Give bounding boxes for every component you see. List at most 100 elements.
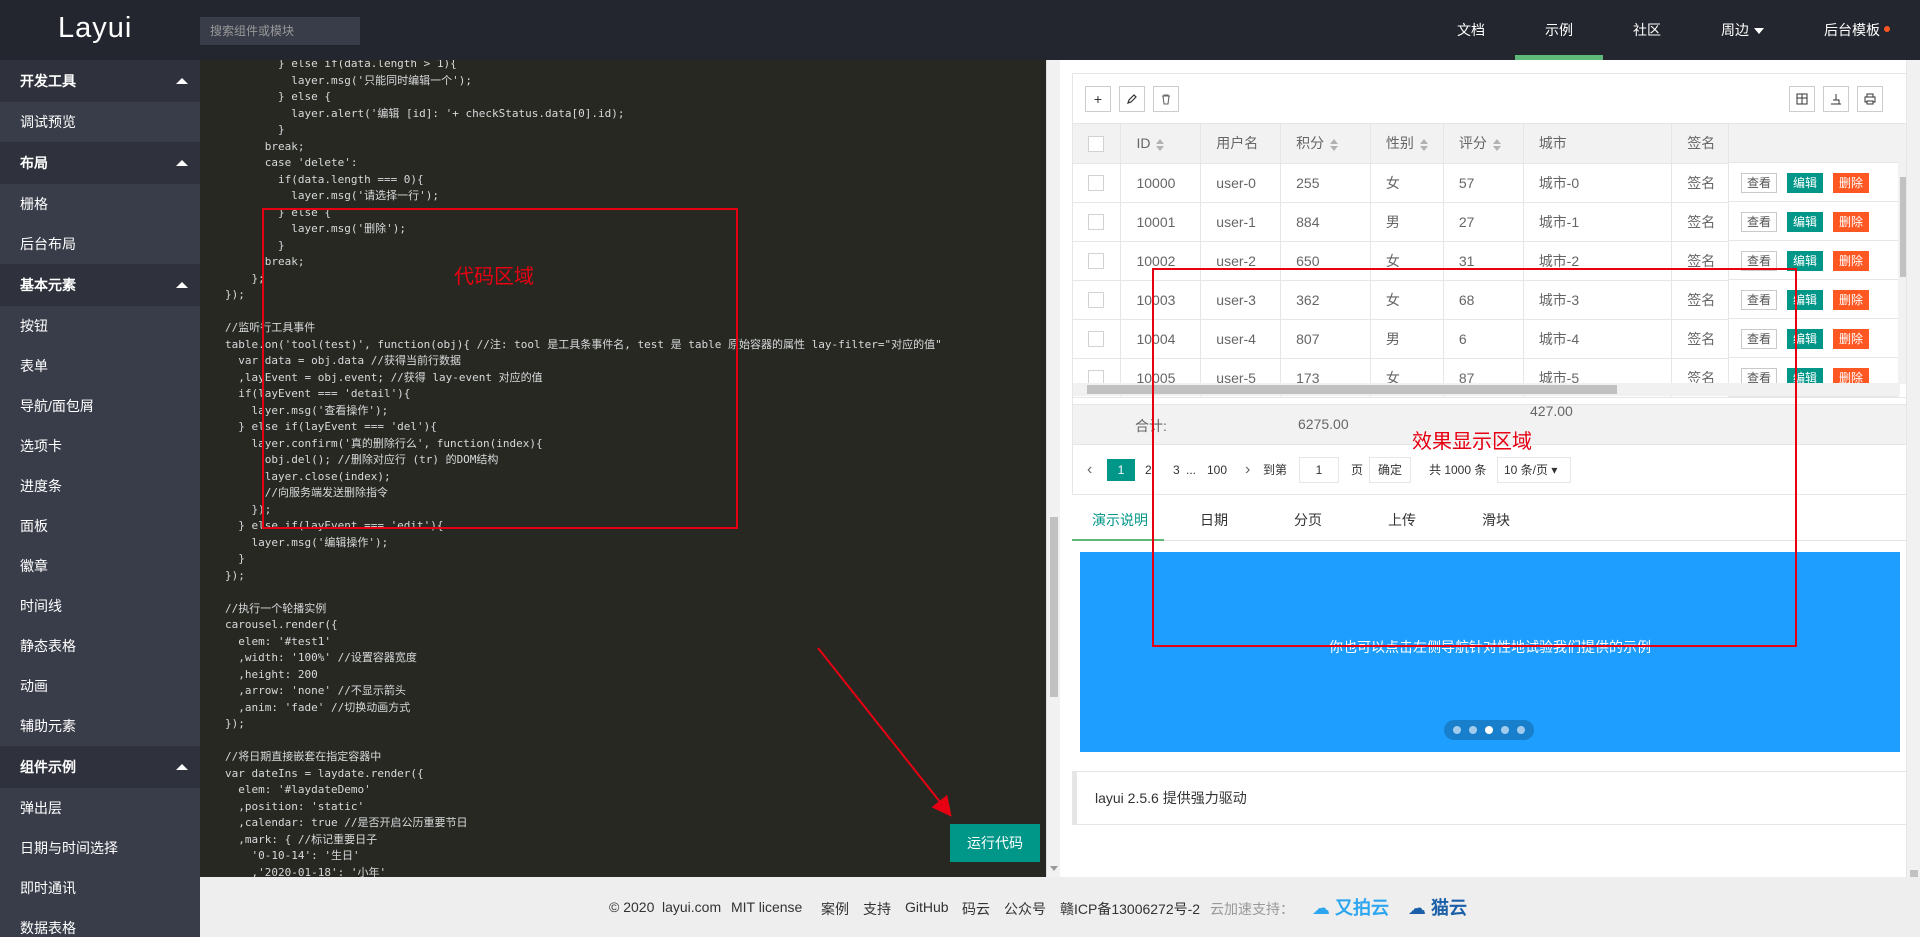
columns-filter-icon[interactable] [1789, 86, 1815, 112]
carousel-indicators [1444, 720, 1534, 740]
prev-page-icon[interactable]: ‹ [1087, 459, 1092, 481]
page-current[interactable]: 1 [1107, 459, 1135, 481]
scroll-down-icon[interactable] [1050, 866, 1058, 871]
footer-license-link[interactable]: MIT license [731, 899, 802, 915]
col-header[interactable]: ID [1120, 124, 1202, 164]
edit-button[interactable]: 编辑 [1787, 173, 1824, 193]
sidebar-item[interactable]: 面板 [0, 506, 200, 546]
col-header[interactable]: 评分 [1443, 124, 1524, 164]
row-checkbox[interactable] [1088, 331, 1104, 348]
sidebar-group-dev-tools[interactable]: 开发工具 [0, 60, 200, 102]
table-cell: 255 [1280, 163, 1371, 203]
nav-peripheral[interactable]: 周边 [1691, 0, 1794, 60]
top-header: Layui 搜索组件或模块 文档 示例 社区 周边 后台模板 [0, 0, 1920, 60]
row-select-cell[interactable] [1073, 163, 1122, 203]
sidebar-item[interactable]: 弹出层 [0, 788, 200, 828]
select-all-checkbox[interactable] [1088, 135, 1104, 152]
carousel-dot[interactable] [1453, 726, 1461, 734]
delete-button[interactable]: 删除 [1833, 212, 1870, 232]
sidebar-group-basic-elements[interactable]: 基本元素 [0, 264, 200, 306]
row-checkbox[interactable] [1088, 175, 1104, 192]
scroll-thumb[interactable] [1910, 870, 1918, 877]
sidebar-item[interactable]: 即时通讯 [0, 868, 200, 908]
logo[interactable]: Layui [58, 12, 132, 45]
carousel-dot[interactable] [1501, 726, 1509, 734]
edit-button[interactable]: 编辑 [1787, 212, 1824, 232]
footer-site-link[interactable]: layui.com [662, 899, 721, 915]
sort-icon[interactable] [1156, 138, 1165, 151]
delete-button[interactable]: 删除 [1833, 173, 1870, 193]
col-header[interactable]: 积分 [1280, 124, 1371, 164]
delete-button[interactable]: 删除 [1833, 290, 1870, 310]
footer-link[interactable]: 案例 [821, 899, 849, 919]
sidebar-item[interactable]: 时间线 [0, 586, 200, 626]
chevron-down-icon [1754, 28, 1764, 35]
sidebar-item[interactable]: 后台布局 [0, 224, 200, 264]
sort-icon[interactable] [1419, 138, 1428, 151]
sidebar-item[interactable]: 进度条 [0, 466, 200, 506]
maoyun-logo[interactable]: ☁ 猫云 [1408, 894, 1467, 920]
sidebar-item[interactable]: 数据表格 [0, 908, 200, 937]
scroll-thumb[interactable] [1050, 517, 1058, 697]
row-select-cell[interactable] [1073, 319, 1122, 359]
sidebar-item[interactable]: 选项卡 [0, 426, 200, 466]
sidebar-item[interactable]: 动画 [0, 666, 200, 706]
nav-docs[interactable]: 文档 [1427, 0, 1515, 60]
page-link[interactable]: 2 [1145, 459, 1152, 481]
run-code-button[interactable]: 运行代码 [950, 824, 1040, 862]
row-checkbox[interactable] [1088, 253, 1104, 270]
sidebar-item[interactable]: 按钮 [0, 306, 200, 346]
delete-button[interactable]: 删除 [1833, 251, 1870, 271]
view-button[interactable]: 查看 [1741, 173, 1778, 193]
nav-admin-template[interactable]: 后台模板 [1794, 0, 1920, 60]
preview-area-annotation-label: 效果显示区域 [1412, 431, 1532, 453]
delete-button[interactable]: 删除 [1833, 329, 1870, 349]
footer-link[interactable]: GitHub [905, 899, 949, 915]
sidebar-item[interactable]: 徽章 [0, 546, 200, 586]
sidebar-item[interactable]: 辅助元素 [0, 706, 200, 746]
delete-icon[interactable] [1153, 86, 1179, 112]
carousel-dot[interactable] [1469, 726, 1477, 734]
sidebar-item[interactable]: 调试预览 [0, 102, 200, 142]
upyun-logo[interactable]: ☁ 又拍云 [1312, 894, 1389, 920]
sidebar-item[interactable]: 导航/面包屑 [0, 386, 200, 426]
col-header[interactable]: 性别 [1370, 124, 1444, 164]
page-footer: © 2020 layui.com MIT license 案例 支持 GitHu… [200, 877, 1920, 937]
footer-link[interactable]: 支持 [863, 899, 891, 919]
sidebar-group-layout[interactable]: 布局 [0, 142, 200, 184]
view-button[interactable]: 查看 [1741, 212, 1778, 232]
row-select-cell[interactable] [1073, 280, 1122, 320]
sort-icon[interactable] [1330, 138, 1339, 151]
sort-icon[interactable] [1492, 138, 1501, 151]
row-checkbox[interactable] [1088, 292, 1104, 309]
icp-number[interactable]: 赣ICP备13006272号-2 [1060, 899, 1200, 919]
chevron-up-icon [176, 282, 188, 288]
preview-scrollbar[interactable] [1906, 60, 1920, 877]
chevron-up-icon [176, 764, 188, 770]
export-icon[interactable] [1823, 86, 1849, 112]
search-input[interactable]: 搜索组件或模块 [200, 17, 360, 45]
print-icon[interactable] [1857, 86, 1883, 112]
carousel-dot[interactable] [1517, 726, 1525, 734]
carousel-dot-active[interactable] [1485, 726, 1493, 734]
edit-icon[interactable] [1119, 86, 1145, 112]
table-cell: user-0 [1200, 163, 1282, 203]
footer-link[interactable]: 公众号 [1004, 899, 1046, 919]
sidebar-group-component-examples[interactable]: 组件示例 [0, 746, 200, 788]
select-all-cell[interactable] [1073, 124, 1122, 164]
code-area-annotation-box [262, 208, 738, 529]
row-select-cell[interactable] [1073, 202, 1122, 242]
row-checkbox[interactable] [1088, 214, 1104, 231]
sidebar-item[interactable]: 日期与时间选择 [0, 828, 200, 868]
tab-demo[interactable]: 演示说明 [1092, 500, 1148, 540]
sidebar-item[interactable]: 表单 [0, 346, 200, 386]
annotation-arrow-icon [817, 647, 952, 817]
nav-community[interactable]: 社区 [1603, 0, 1691, 60]
sidebar-item[interactable]: 静态表格 [0, 626, 200, 666]
nav-examples[interactable]: 示例 [1515, 0, 1603, 60]
sidebar-item[interactable]: 栅格 [0, 184, 200, 224]
add-icon[interactable]: + [1085, 86, 1111, 112]
code-scrollbar[interactable] [1046, 60, 1060, 877]
footer-link[interactable]: 码云 [962, 899, 990, 919]
row-select-cell[interactable] [1073, 241, 1122, 281]
